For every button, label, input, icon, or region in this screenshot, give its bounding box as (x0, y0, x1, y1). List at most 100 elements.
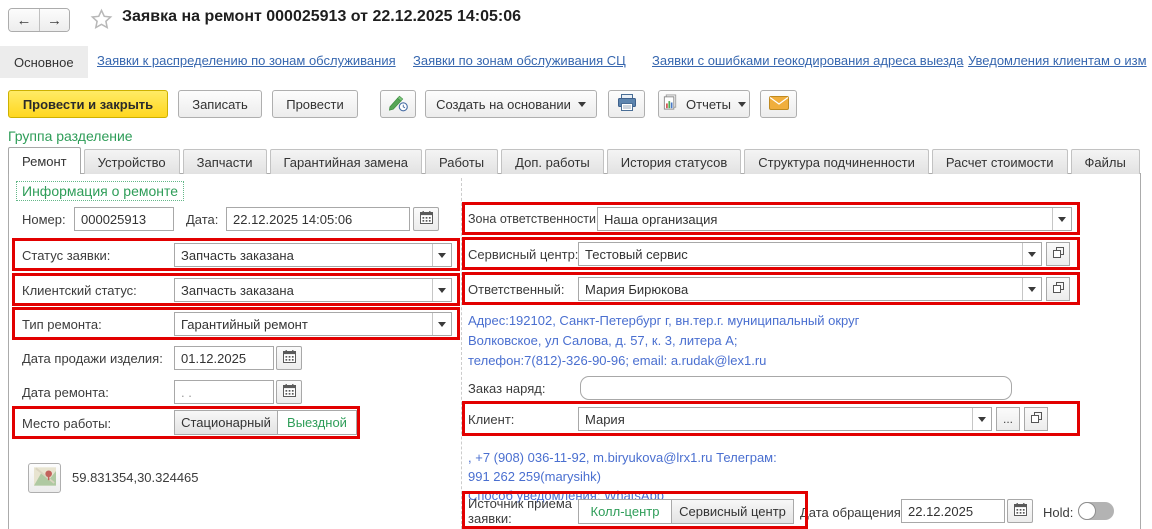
dropdown-arrow-icon[interactable] (432, 313, 451, 335)
service-center-select[interactable]: Тестовый сервис (578, 242, 1042, 266)
dropdown-arrow-icon[interactable] (1052, 208, 1071, 230)
tab-warranty-replacement[interactable]: Гарантийная замена (270, 149, 422, 174)
reports-button[interactable]: Отчеты (658, 90, 750, 118)
work-order-input[interactable] (580, 376, 1012, 400)
contact-date-label: Дата обращения: (800, 505, 904, 520)
tab-additional-works[interactable]: Доп. работы (501, 149, 604, 174)
create-based-on-button[interactable]: Создать на основании (425, 90, 597, 118)
client-status-select[interactable]: Запчасть заказана (174, 278, 452, 302)
envelope-icon (769, 96, 789, 113)
write-button[interactable]: Записать (178, 90, 262, 118)
hold-toggle[interactable] (1078, 502, 1114, 520)
repair-date-calendar-button[interactable] (276, 380, 302, 404)
nav-tab-main[interactable]: Основное (0, 46, 88, 78)
nav-link-service-zones[interactable]: Заявки по зонам обслуживания СЦ (413, 53, 626, 68)
coordinates-value: 59.831354,30.324465 (72, 470, 199, 485)
sale-date-value: 01.12.2025 (181, 351, 246, 366)
client-value: Мария (579, 412, 629, 427)
printer-icon (617, 94, 637, 114)
tab-files[interactable]: Файлы (1071, 149, 1140, 174)
sale-date-label: Дата продажи изделия: (22, 351, 163, 366)
open-window-icon (1053, 247, 1064, 261)
dropdown-arrow-icon[interactable] (432, 279, 451, 301)
post-button[interactable]: Провести (272, 90, 358, 118)
post-and-close-button[interactable]: Провести и закрыть (8, 90, 168, 118)
nav-link-client-notifications[interactable]: Уведомления клиентам о изм (968, 53, 1147, 68)
tab-device[interactable]: Устройство (84, 149, 180, 174)
client-choose-button[interactable]: ... (996, 407, 1020, 431)
tab-label: Расчет стоимости (946, 155, 1054, 170)
tab-spare-parts[interactable]: Запчасти (183, 149, 267, 174)
toggle-knob (1078, 502, 1096, 520)
repair-date-value: . . (181, 385, 192, 400)
request-status-select[interactable]: Запчасть заказана (174, 243, 452, 267)
ellipsis-icon: ... (1003, 412, 1013, 426)
back-button[interactable]: ← (9, 9, 39, 31)
separation-group-label: Группа разделение (8, 128, 133, 144)
dropdown-arrow-icon[interactable] (432, 244, 451, 266)
repair-date-label: Дата ремонта: (22, 385, 109, 400)
nav-tab-main-label: Основное (14, 55, 74, 70)
nav-link-distribution-zones[interactable]: Заявки к распределению по зонам обслужив… (97, 53, 396, 68)
work-place-label: Место работы: (22, 416, 111, 431)
work-place-switch: Стационарный Выездной (174, 410, 357, 435)
option-label: Колл-центр (591, 504, 660, 519)
dropdown-arrow-icon[interactable] (972, 408, 991, 430)
contact-date-input[interactable]: 22.12.2025 (901, 499, 1005, 523)
contact-date-calendar-button[interactable] (1007, 499, 1033, 523)
work-place-option-stationary[interactable]: Стационарный (175, 411, 277, 434)
repair-type-value: Гарантийный ремонт (175, 317, 312, 332)
number-input[interactable]: 000025913 (74, 207, 174, 231)
date-input[interactable]: 22.12.2025 14:05:06 (226, 207, 410, 231)
posting-history-button[interactable] (380, 90, 416, 118)
number-value: 000025913 (81, 212, 146, 227)
address-line: Волковское, ул Салова, д. 57, к. 3, лите… (468, 331, 859, 351)
hold-label: Hold: (1043, 505, 1073, 520)
repair-type-select[interactable]: Гарантийный ремонт (174, 312, 452, 336)
calendar-icon (283, 350, 296, 366)
dropdown-arrow-icon[interactable] (1022, 278, 1041, 300)
client-open-button[interactable] (1024, 407, 1048, 431)
option-label: Стационарный (181, 415, 271, 430)
request-source-label-line2: заявки: (468, 511, 572, 526)
tab-cost-calculation[interactable]: Расчет стоимости (932, 149, 1068, 174)
tab-works[interactable]: Работы (425, 149, 498, 174)
sale-date-input[interactable]: 01.12.2025 (174, 346, 274, 370)
create-based-on-label: Создать на основании (436, 97, 571, 112)
repair-date-input[interactable]: . . (174, 380, 274, 404)
work-place-option-onsite[interactable]: Выездной (277, 411, 356, 434)
favorite-star-icon[interactable] (90, 8, 113, 34)
responsibility-zone-select[interactable]: Наша организация (597, 207, 1072, 231)
repair-info-section-link[interactable]: Информация о ремонте (16, 181, 184, 201)
service-center-open-button[interactable] (1046, 242, 1070, 266)
request-source-option-call-center[interactable]: Колл-центр (579, 500, 671, 523)
dropdown-arrow-icon[interactable] (1022, 243, 1041, 265)
contact-date-value: 22.12.2025 (908, 504, 973, 519)
calendar-icon (283, 384, 296, 400)
responsible-open-button[interactable] (1046, 277, 1070, 301)
nav-link-geocoding-errors[interactable]: Заявки с ошибками геокодирования адреса … (652, 53, 963, 68)
print-button[interactable] (608, 90, 645, 118)
option-label: Выездной (287, 415, 347, 430)
request-source-option-service-center[interactable]: Сервисный центр (671, 500, 793, 523)
tab-label: Ремонт (22, 154, 67, 169)
responsible-select[interactable]: Мария Бирюкова (578, 277, 1042, 301)
tab-status-history[interactable]: История статусов (607, 149, 742, 174)
responsible-value: Мария Бирюкова (579, 282, 692, 297)
service-center-label: Сервисный центр: (468, 247, 578, 262)
tab-repair[interactable]: Ремонт (8, 147, 81, 174)
send-email-button[interactable] (760, 90, 797, 118)
date-value: 22.12.2025 14:05:06 (233, 212, 352, 227)
sale-date-calendar-button[interactable] (276, 346, 302, 370)
client-select[interactable]: Мария (578, 407, 992, 431)
date-calendar-button[interactable] (413, 207, 439, 231)
tab-subordination-structure[interactable]: Структура подчиненности (744, 149, 929, 174)
option-label: Сервисный центр (679, 504, 786, 519)
client-status-label: Клиентский статус: (22, 283, 137, 298)
date-label: Дата: (186, 212, 218, 227)
service-center-address-info: Адрес:192102, Санкт-Петербург г, вн.тер.… (468, 311, 859, 371)
map-button[interactable] (28, 463, 61, 493)
client-info-line: 991 262 259(marysihk) (468, 467, 777, 486)
tab-label: Файлы (1085, 155, 1126, 170)
forward-button[interactable]: → (39, 9, 69, 31)
